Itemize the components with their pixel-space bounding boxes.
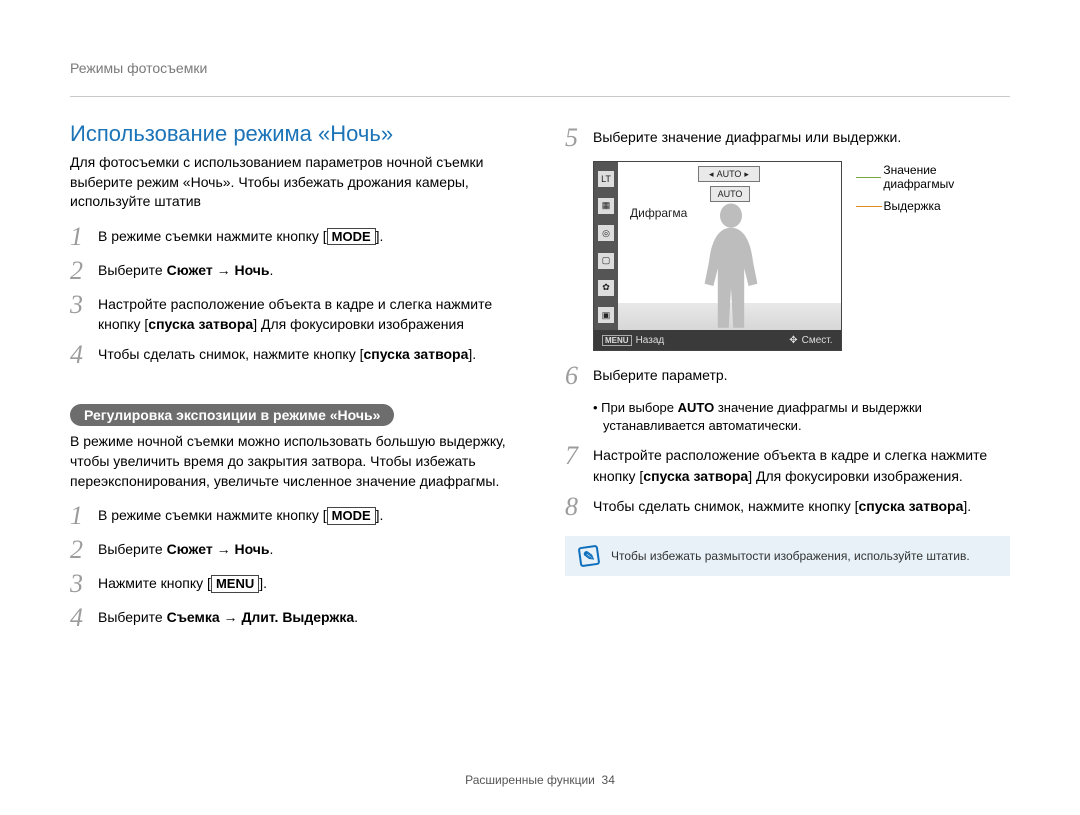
page-footer: Расширенные функции 34 (0, 773, 1080, 787)
lcd-aperture-label: Дифрагма (630, 206, 687, 220)
right-column: 5 Выберите значение диафрагмы или выдерж… (565, 121, 1010, 641)
step-text: Чтобы сделать снимок, нажмите кнопку [сп… (98, 344, 515, 364)
step-6-bullet: При выборе AUTO значение диафрагмы и выд… (593, 399, 1010, 435)
step-number: 1 (70, 503, 98, 529)
left-column: Использование режима «Ночь» Для фотосъем… (70, 121, 515, 641)
lt-icon: LT (598, 171, 614, 187)
lcd-icon-5: ✿ (598, 280, 614, 296)
bold-shutter-3: спуска затвора (643, 468, 748, 484)
step-text: Настройте расположение объекта в кадре и… (593, 445, 1010, 486)
step-text: В режиме съемки нажмите кнопку [MODE]. (98, 505, 515, 525)
step-b4: 4 Выберите Съемка → Длит. Выдержка. (70, 607, 515, 631)
step-number: 6 (565, 363, 593, 389)
page: Режимы фотосъемки Использование режима «… (0, 0, 1080, 661)
back-text: Назад (636, 335, 665, 346)
step-b3: 3 Нажмите кнопку [MENU]. (70, 573, 515, 597)
lcd-icon-4: ▢ (598, 253, 614, 269)
step-text: Выберите Сюжет → Ночь. (98, 260, 515, 280)
move-text: Смест. (802, 335, 833, 346)
lcd-move: ✥ Смест. (789, 335, 832, 346)
step-8: 8 Чтобы сделать снимок, нажмите кнопку [… (565, 496, 1010, 520)
step-number: 7 (565, 443, 593, 469)
step-number: 4 (70, 605, 98, 631)
section-title: Использование режима «Ночь» (70, 121, 515, 147)
bold-shutter-4: спуска затвора (859, 498, 964, 514)
step-3: 3 Настройте расположение объекта в кадре… (70, 294, 515, 335)
step-text: Настройте расположение объекта в кадре и… (98, 294, 515, 335)
step-text: Чтобы сделать снимок, нажмите кнопку [сп… (593, 496, 1010, 516)
mode-keycap: MODE (327, 228, 376, 246)
legend-line-green (856, 177, 882, 178)
bold-auto: AUTO (678, 400, 715, 415)
intro-text: Для фотосъемки с использованием параметр… (70, 153, 515, 212)
subsection-pill: Регулировка экспозиции в режиме «Ночь» (70, 404, 394, 426)
bold-scene-night: Сюжет → Ночь (167, 262, 270, 278)
step-text: Нажмите кнопку [MENU]. (98, 573, 515, 593)
step-number: 4 (70, 342, 98, 368)
lcd-callouts: Значение диафрагмыv Выдержка (856, 161, 1010, 351)
step-b2: 2 Выберите Сюжет → Ночь. (70, 539, 515, 563)
note-icon: ✎ (578, 545, 601, 568)
legend-line-orange (856, 206, 882, 207)
step-6: 6 Выберите параметр. (565, 365, 1010, 389)
note-box: ✎ Чтобы избежать размытости изображения,… (565, 536, 1010, 576)
step-text: Выберите Съемка → Длит. Выдержка. (98, 607, 515, 627)
breadcrumb: Режимы фотосъемки (70, 60, 1010, 76)
callout-aperture-text: Значение диафрагмыv (883, 163, 1010, 191)
bold-shoot-long: Съемка → Длит. Выдержка (167, 609, 355, 625)
step-number: 8 (565, 494, 593, 520)
menu-key-small: MENU (602, 335, 632, 346)
callout-shutter-text: Выдержка (884, 199, 941, 213)
callout-shutter: Выдержка (856, 199, 1010, 213)
step-number: 2 (70, 537, 98, 563)
bold-shutter: спуска затвора (148, 316, 253, 332)
divider (70, 96, 1010, 97)
auto2-text: AUTO (718, 189, 743, 199)
step-number: 2 (70, 258, 98, 284)
footer-label: Расширенные функции (465, 773, 595, 787)
step-4: 4 Чтобы сделать снимок, нажмите кнопку [… (70, 344, 515, 368)
bold-shutter-2: спуска затвора (364, 346, 469, 362)
lcd-icon-6: ▣ (598, 307, 614, 323)
step-number: 5 (565, 125, 593, 151)
step-number: 3 (70, 292, 98, 318)
step-2: 2 Выберите Сюжет → Ночь. (70, 260, 515, 284)
lcd-icon-2: ▦ (598, 198, 614, 214)
footer-page: 34 (602, 773, 615, 787)
menu-keycap: MENU (211, 575, 259, 593)
lcd-icon-column: LT ▦ ◎ ▢ ✿ ▣ (594, 162, 618, 332)
two-column-layout: Использование режима «Ночь» Для фотосъем… (70, 121, 1010, 641)
note-text: Чтобы избежать размытости изображения, и… (611, 549, 970, 563)
lcd-icon-3: ◎ (598, 225, 614, 241)
step-5: 5 Выберите значение диафрагмы или выдерж… (565, 127, 1010, 151)
lcd-illustration: LT ▦ ◎ ▢ ✿ ▣ ◂AUTO▸ AUTO Дифрагма (593, 161, 1010, 351)
step-text: Выберите значение диафрагмы или выдержки… (593, 127, 1010, 147)
lcd-auto-shutter: AUTO (710, 186, 750, 202)
lcd-screen: LT ▦ ◎ ▢ ✿ ▣ ◂AUTO▸ AUTO Дифрагма (593, 161, 842, 351)
lcd-bottom-bar: MENU Назад ✥ Смест. (594, 330, 841, 350)
step-7: 7 Настройте расположение объекта в кадре… (565, 445, 1010, 486)
step-b1: 1 В режиме съемки нажмите кнопку [MODE]. (70, 505, 515, 529)
lcd-back: MENU Назад (602, 335, 664, 346)
auto1-text: AUTO (717, 169, 742, 179)
pill-intro: В режиме ночной съемки можно использоват… (70, 432, 515, 491)
mode-keycap: MODE (327, 507, 376, 525)
step-number: 3 (70, 571, 98, 597)
bold-scene-night-2: Сюжет → Ночь (167, 541, 270, 557)
callout-aperture: Значение диафрагмыv (856, 163, 1010, 191)
step-text: Выберите Сюжет → Ночь. (98, 539, 515, 559)
step-text: В режиме съемки нажмите кнопку [MODE]. (98, 226, 515, 246)
step-1: 1 В режиме съемки нажмите кнопку [MODE]. (70, 226, 515, 250)
person-silhouette-icon (684, 198, 778, 330)
lcd-auto-aperture: ◂AUTO▸ (698, 166, 760, 182)
step-text: Выберите параметр. (593, 365, 1010, 385)
step-number: 1 (70, 224, 98, 250)
